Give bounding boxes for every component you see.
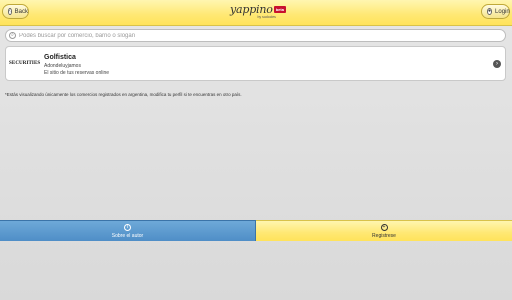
- search-icon: ⌕: [9, 32, 16, 39]
- tab-register[interactable]: + Registrese: [256, 220, 512, 241]
- business-name: Golfistica: [44, 54, 76, 61]
- tab-register-label: Registrese: [372, 232, 396, 239]
- register-icon: +: [380, 223, 388, 231]
- search-bar[interactable]: ⌕: [5, 29, 506, 42]
- login-button[interactable]: ● Login: [481, 4, 510, 19]
- tab-about-label: Sobre el autor: [111, 232, 144, 239]
- beta-badge: beta: [273, 6, 286, 13]
- user-icon: ●: [487, 8, 493, 15]
- business-slogan: Adondeluyjamos: [44, 63, 81, 69]
- business-logo: SECURITIES: [9, 61, 41, 66]
- app-logo: yappino beta by sudocles: [230, 3, 286, 21]
- login-label: Login: [495, 8, 510, 15]
- search-input[interactable]: [19, 32, 499, 39]
- bottom-tab-bar: i Sobre el autor + Registrese: [0, 220, 512, 241]
- info-icon: i: [124, 223, 131, 231]
- back-label: Back: [14, 8, 29, 15]
- chevron-left-icon: ‹: [8, 8, 12, 15]
- business-description: El sitio de tus reservas online: [44, 70, 110, 76]
- chevron-right-icon[interactable]: ›: [493, 60, 501, 68]
- region-notice: *Estás visualizando únicamente los comer…: [5, 92, 242, 97]
- back-button[interactable]: ‹ Back: [2, 4, 29, 19]
- result-card[interactable]: SECURITIES Golfistica Adondeluyjamos El …: [5, 46, 506, 81]
- tab-about-author[interactable]: i Sobre el autor: [0, 220, 256, 241]
- top-bar: ‹ Back yappino beta by sudocles ● Login: [0, 0, 512, 26]
- logo-subtitle: by sudocles: [257, 15, 276, 19]
